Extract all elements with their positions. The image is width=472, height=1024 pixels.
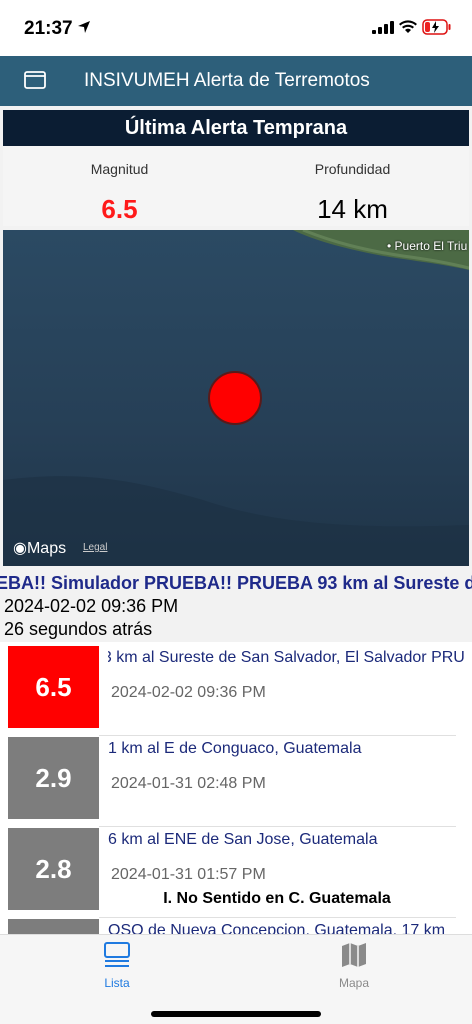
home-indicator: [151, 1011, 321, 1017]
navigation-bar: INSIVUMEH Alerta de Terremotos: [0, 56, 472, 106]
battery-charging-icon: [422, 19, 451, 35]
alert-stats: Magnitud Profundidad 6.5 14 km: [3, 146, 469, 226]
status-bar: 21:37: [0, 0, 472, 56]
map-place-label: • Puerto El Triu: [387, 239, 467, 253]
magnitude-value: 6.5: [101, 194, 138, 224]
wifi-icon: [399, 20, 417, 33]
quake-datetime: 2024-01-31 01:57 PM: [111, 866, 266, 883]
magnitude-label: Magnitud: [90, 161, 149, 177]
depth-value: 14 km: [317, 194, 388, 224]
sidebar-toggle-icon[interactable]: [24, 71, 46, 89]
depth-label: Profundidad: [314, 161, 391, 177]
map-icon: [342, 943, 366, 967]
quake-datetime: 2024-01-31 02:48 PM: [111, 775, 266, 792]
list-item[interactable]: 2.9 1 km al E de Conguaco, Guatemala 202…: [8, 737, 464, 819]
maps-attribution: ◉Maps: [13, 538, 66, 558]
map-place-dot: •: [387, 239, 395, 253]
magnitude-badge: 2.8: [8, 828, 99, 910]
quake-datetime: 2024-02-02 09:36 PM: [111, 684, 266, 701]
map-legal-link[interactable]: Legal: [83, 542, 107, 553]
map-background: [3, 230, 469, 566]
tab-lista[interactable]: Lista: [57, 941, 177, 990]
alert-title: Última Alerta Temprana: [3, 110, 469, 146]
status-time: 21:37: [24, 18, 73, 39]
map-place-text: Puerto El Triu: [394, 239, 468, 253]
list-item[interactable]: 2.8 6 km al ENE de San Jose, Guatemala 2…: [8, 828, 464, 910]
row-divider: [99, 826, 456, 827]
earthquake-list[interactable]: 6.5 93 km al Sureste de San Salvador, El…: [0, 642, 472, 934]
list-item[interactable]: 6.5 93 km al Sureste de San Salvador, El…: [8, 646, 464, 728]
row-divider: [99, 735, 456, 736]
alert-ticker: ¡¡PRUEBA!! Simulador PRUEBA!! PRUEBA 93 …: [0, 572, 472, 596]
alert-datetime: 2024-02-02 09:36 PM: [4, 596, 179, 616]
alert-time-ago: 26 segundos atrás: [4, 619, 153, 639]
row-divider: [99, 917, 456, 918]
ticker-text: ¡¡PRUEBA!! Simulador PRUEBA!! PRUEBA 93 …: [0, 573, 472, 593]
location-arrow-icon: [78, 21, 90, 33]
epicenter-map[interactable]: • Puerto El Triu ◉Maps Legal: [3, 230, 469, 566]
epicenter-marker: [208, 371, 262, 425]
tab-mapa-label: Mapa: [338, 976, 370, 990]
tab-lista-label: Lista: [104, 976, 130, 990]
quake-location: OSO de Nueva Concepcion, Guatemala, 17 k…: [108, 922, 446, 934]
quake-location: 6 km al ENE de San Jose, Guatemala: [108, 831, 378, 848]
page-title: INSIVUMEH Alerta de Terremotos: [84, 70, 370, 91]
magnitude-badge: 6.5: [8, 646, 99, 728]
list-icon: [104, 942, 130, 967]
quake-location: 1 km al E de Conguaco, Guatemala: [108, 740, 362, 757]
quake-felt-intensity: I. No Sentido en C. Guatemala: [99, 888, 455, 910]
tab-mapa[interactable]: Mapa: [294, 941, 414, 990]
magnitude-badge: 2.9: [8, 737, 99, 819]
maps-attribution-text: Maps: [26, 540, 67, 557]
quake-location: 93 km al Sureste de San Salvador, El Sal…: [108, 649, 464, 666]
magnitude-badge: [8, 919, 99, 934]
cellular-signal-icon: [372, 21, 394, 34]
apple-logo-icon: ◉: [13, 540, 27, 557]
list-item[interactable]: OSO de Nueva Concepcion, Guatemala, 17 k…: [8, 919, 464, 934]
